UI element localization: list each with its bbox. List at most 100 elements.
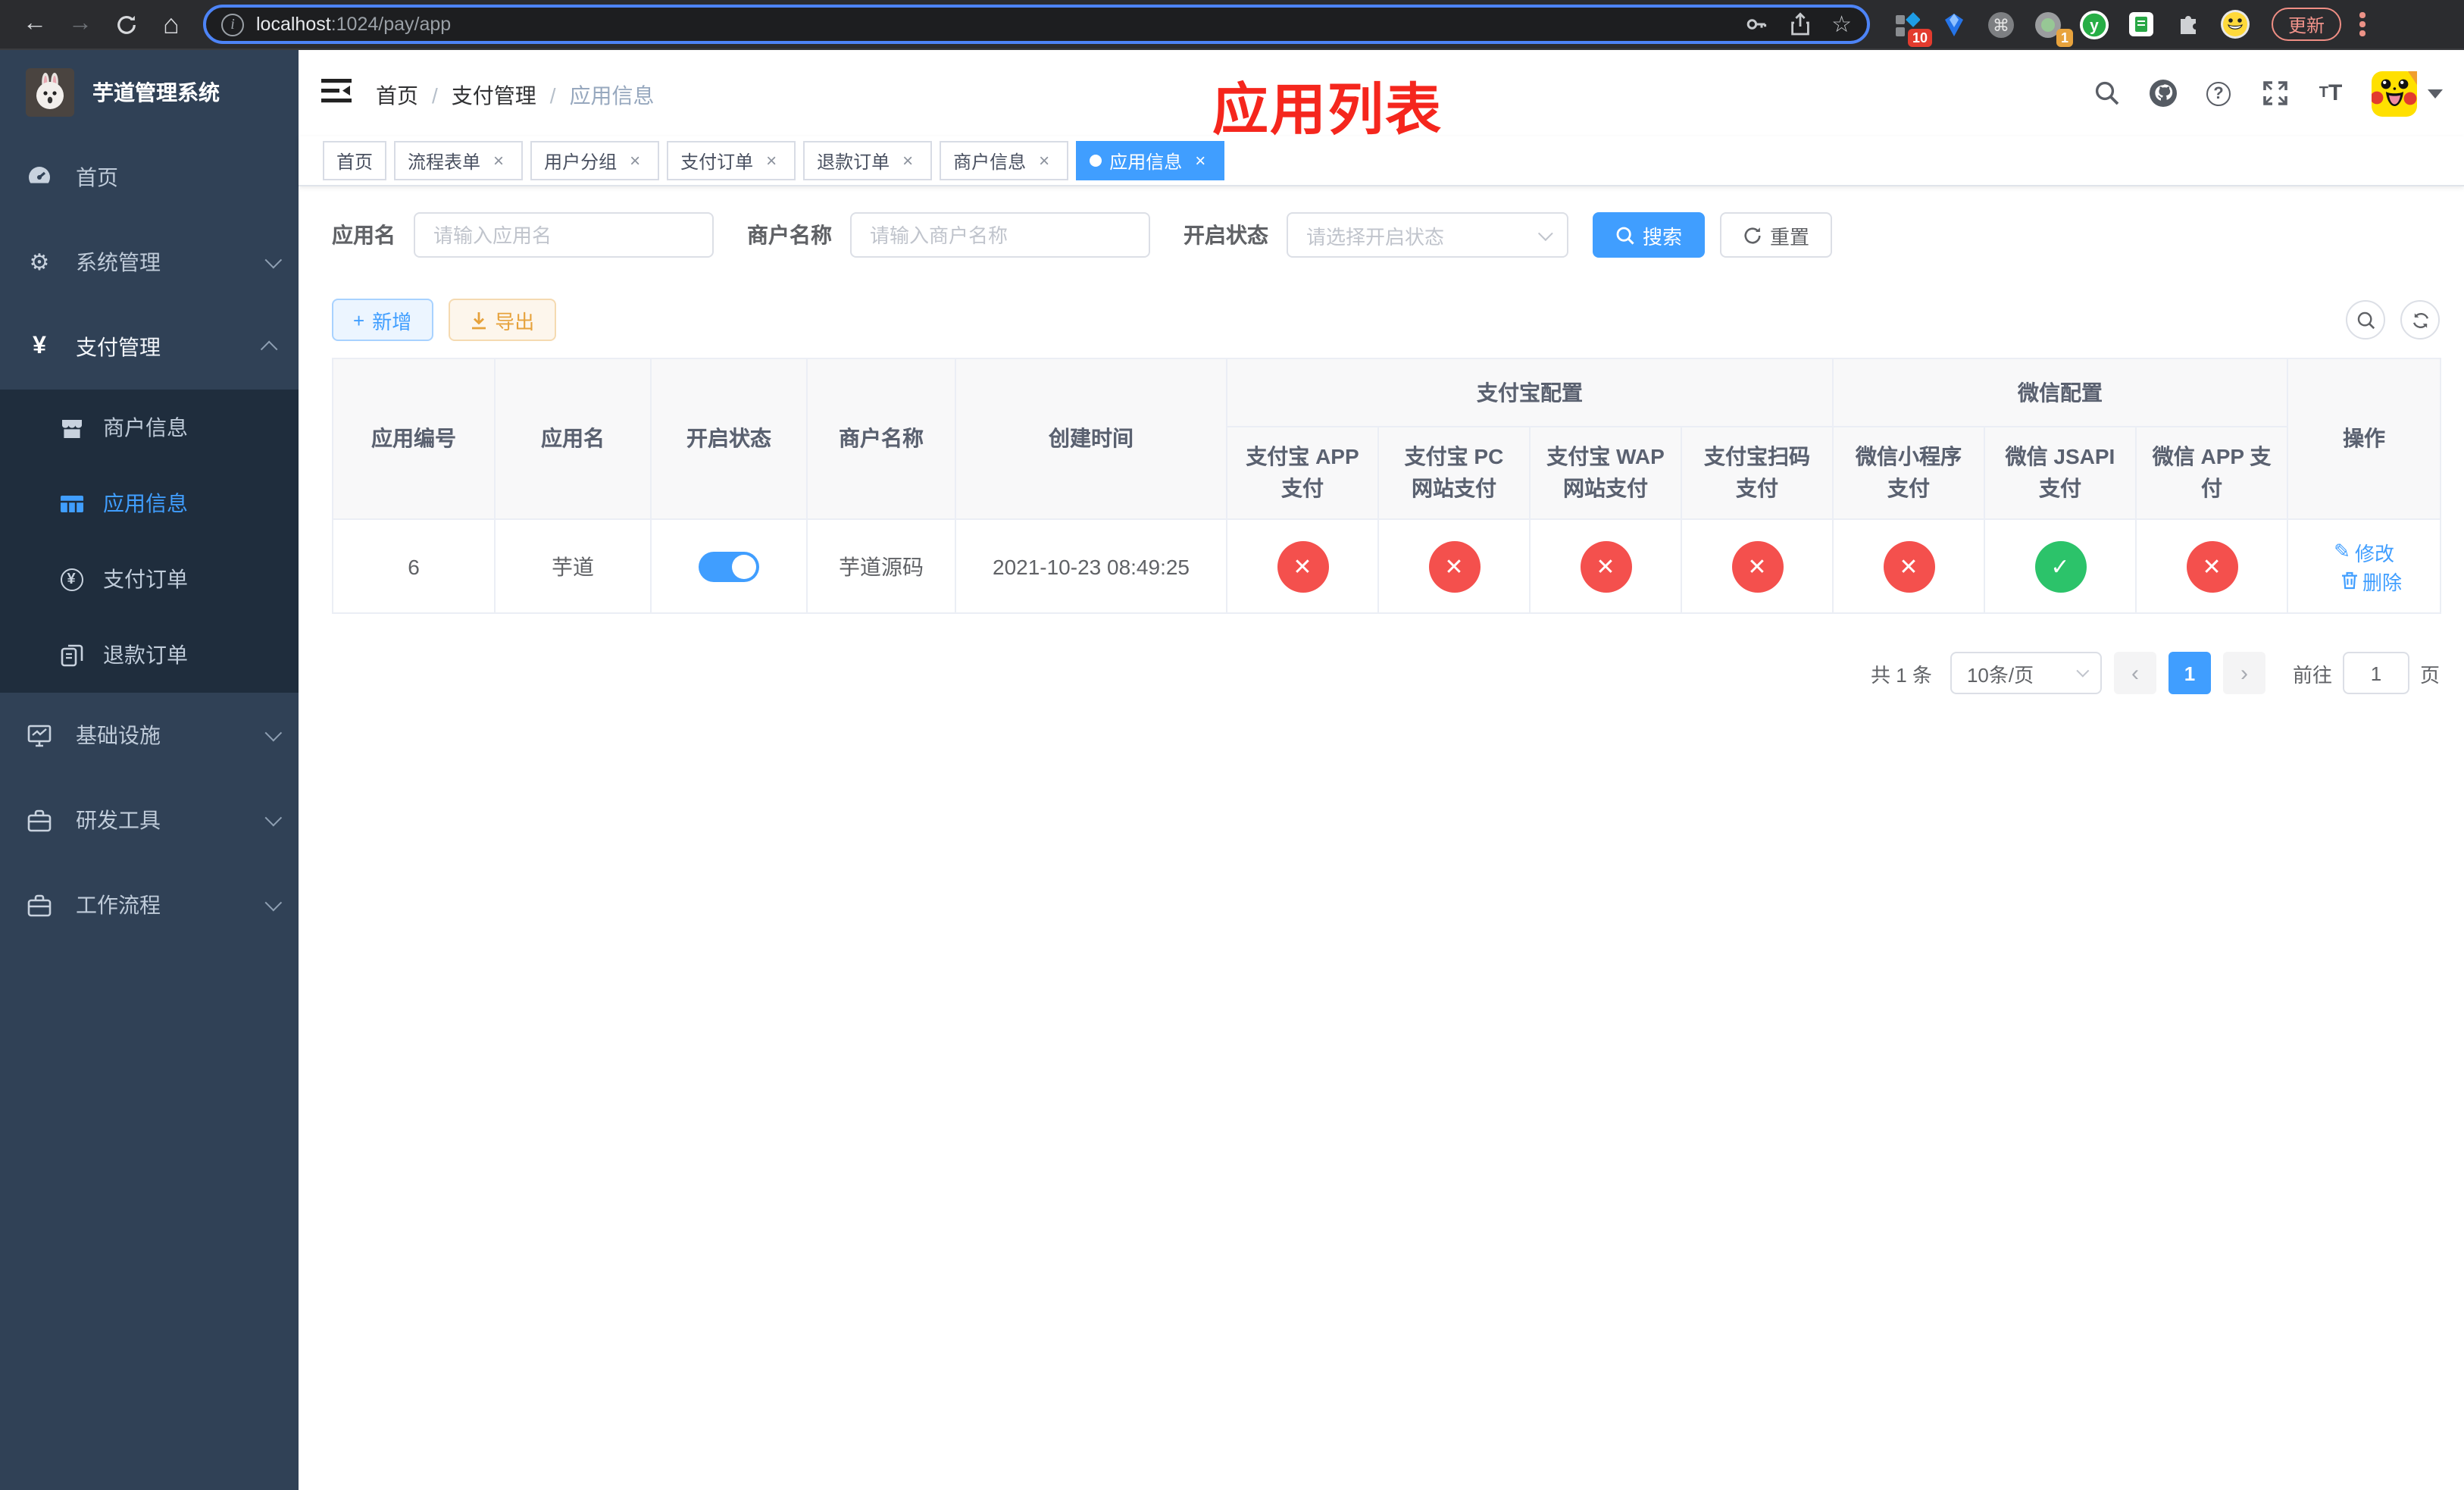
app-name-input[interactable] — [414, 212, 714, 258]
cell-merchant: 芋道源码 — [806, 518, 956, 614]
font-size-icon[interactable]: TT — [2315, 78, 2346, 108]
chevron-down-icon — [264, 809, 283, 827]
sidebar-item-home[interactable]: 首页 — [0, 135, 299, 220]
github-icon[interactable] — [2147, 78, 2178, 108]
bookmark-star-icon[interactable]: ☆ — [1831, 11, 1852, 38]
chevron-down-icon — [2076, 664, 2090, 678]
extension-profile-icon[interactable]: 1 — [2032, 9, 2073, 47]
cell-status — [650, 518, 808, 614]
page-size-select[interactable]: 10条/页 — [1950, 652, 2102, 694]
extension-doc-icon[interactable] — [2126, 9, 2156, 39]
tab-pay-order[interactable]: 支付订单 × — [667, 141, 796, 180]
extension-gem-icon[interactable] — [1938, 9, 1968, 39]
share-icon[interactable] — [1789, 12, 1810, 36]
browser-forward-icon[interactable]: → — [61, 5, 100, 44]
browser-back-icon[interactable]: ← — [15, 5, 55, 44]
tab-merchant-info[interactable]: 商户信息 × — [940, 141, 1069, 180]
close-icon[interactable]: × — [761, 150, 782, 171]
site-info-icon[interactable]: i — [221, 13, 244, 36]
documents-icon — [59, 643, 83, 667]
breadcrumb-separator: / — [432, 83, 438, 108]
cell-app-id: 6 — [332, 518, 496, 614]
tab-process-form[interactable]: 流程表单 × — [394, 141, 524, 180]
extension-emoji-icon[interactable] — [2220, 9, 2250, 39]
close-icon[interactable]: × — [897, 150, 918, 171]
reset-button[interactable]: 重置 — [1720, 212, 1833, 258]
sidebar-item-infrastructure[interactable]: 基础设施 — [0, 693, 299, 778]
sidebar-logo-row[interactable]: 芋道管理系统 — [0, 50, 299, 135]
yen-icon: ¥ — [33, 333, 46, 359]
sidebar-item-payment[interactable]: ¥ 支付管理 — [0, 305, 299, 390]
cross-status-icon: ✕ — [1883, 540, 1934, 592]
edit-link[interactable]: ✎ 修改 — [2334, 537, 2394, 566]
edit-icon: ✎ — [2334, 540, 2350, 562]
tab-refund-order[interactable]: 退款订单 × — [803, 141, 933, 180]
sidebar-item-merchant-info[interactable]: 商户信息 — [0, 390, 299, 465]
add-button[interactable]: + 新增 — [332, 299, 433, 341]
extension-grid-icon[interactable]: 10 — [1891, 9, 1932, 47]
tabs-bar: 首页 流程表单 × 用户分组 × 支付订单 × 退款订单 × 商户信息 × 应用信息 × — [299, 136, 2464, 186]
extensions-cluster: 10 ⌘ 1 y — [1891, 9, 2250, 47]
sidebar-item-refund-order[interactable]: 退款订单 — [0, 617, 299, 693]
extension-y-icon[interactable]: y — [2079, 9, 2109, 39]
search-icon — [1616, 226, 1634, 244]
close-icon[interactable]: × — [1033, 150, 1055, 171]
toggle-search-button[interactable] — [2346, 300, 2385, 340]
refresh-table-button[interactable] — [2400, 300, 2440, 340]
search-button[interactable]: 搜索 — [1593, 212, 1706, 258]
browser-menu-icon[interactable] — [2359, 12, 2366, 36]
tab-app-info[interactable]: 应用信息 × — [1076, 141, 1225, 180]
goto-page-input[interactable] — [2342, 652, 2409, 694]
tab-user-group[interactable]: 用户分组 × — [530, 141, 660, 180]
page-1-button[interactable]: 1 — [2168, 652, 2211, 694]
sidebar-item-dev-tools[interactable]: 研发工具 — [0, 778, 299, 862]
fullscreen-icon[interactable] — [2259, 78, 2290, 108]
prev-page-button[interactable]: ‹ — [2113, 652, 2156, 694]
browser-update-button[interactable]: 更新 — [2272, 8, 2342, 41]
sidebar-item-workflow[interactable]: 工作流程 — [0, 862, 299, 947]
sidebar-item-app-info[interactable]: 应用信息 — [0, 465, 299, 541]
password-key-icon[interactable] — [1743, 12, 1768, 36]
close-icon[interactable]: × — [1190, 150, 1211, 171]
sidebar-item-system[interactable]: ⚙ 系统管理 — [0, 220, 299, 305]
goto-label: 前往 — [2292, 663, 2332, 686]
collapse-sidebar-icon[interactable] — [321, 77, 352, 105]
user-avatar-wrap[interactable] — [2372, 70, 2443, 116]
page-title-annotation: 应用列表 — [1212, 79, 1443, 141]
col-merchant: 商户名称 — [806, 358, 956, 520]
cell-wx-app: ✕ — [2134, 518, 2289, 614]
merchant-name-input[interactable] — [850, 212, 1150, 258]
breadcrumb-payment[interactable]: 支付管理 — [452, 80, 536, 111]
status-toggle[interactable] — [699, 551, 759, 581]
url-bar[interactable]: i localhost:1024/pay/app ☆ — [203, 5, 1870, 44]
browser-reload-icon[interactable] — [106, 5, 145, 44]
grid-table-icon — [59, 491, 83, 515]
col-alipay-wap: 支付宝 WAP 网站支付 — [1529, 426, 1682, 520]
search-icon[interactable] — [2091, 78, 2122, 108]
close-icon[interactable]: × — [488, 150, 509, 171]
help-icon[interactable]: ? — [2203, 78, 2234, 108]
breadcrumb-home[interactable]: 首页 — [376, 80, 418, 111]
col-actions: 操作 — [2287, 358, 2442, 520]
delete-link[interactable]: 删除 — [2341, 566, 2402, 595]
extension-puzzle-icon[interactable] — [2173, 9, 2203, 39]
tab-home[interactable]: 首页 — [323, 141, 387, 180]
extension-command-icon[interactable]: ⌘ — [1985, 9, 2015, 39]
cell-app-name: 芋道 — [494, 518, 652, 614]
status-select[interactable]: 请选择开启状态 — [1287, 212, 1568, 258]
extension-badge: 10 — [1907, 29, 1932, 47]
trash-icon — [2342, 571, 2358, 590]
chevron-down-icon — [264, 724, 283, 742]
search-icon — [2356, 311, 2375, 329]
close-icon[interactable]: × — [624, 150, 646, 171]
sidebar-item-label: 支付管理 — [76, 335, 161, 359]
browser-chrome: ← → ⌂ i localhost:1024/pay/app ☆ 10 ⌘ 1… — [0, 0, 2464, 50]
sidebar-item-label: 支付订单 — [103, 567, 188, 591]
app-name-label: 应用名 — [332, 223, 396, 247]
next-page-button[interactable]: › — [2222, 652, 2265, 694]
col-group-alipay: 支付宝配置 — [1226, 358, 1834, 427]
sidebar-item-pay-order[interactable]: ¥ 支付订单 — [0, 541, 299, 617]
chevron-down-icon — [2428, 89, 2443, 98]
export-button[interactable]: 导出 — [448, 299, 556, 341]
browser-home-icon[interactable]: ⌂ — [152, 5, 191, 44]
